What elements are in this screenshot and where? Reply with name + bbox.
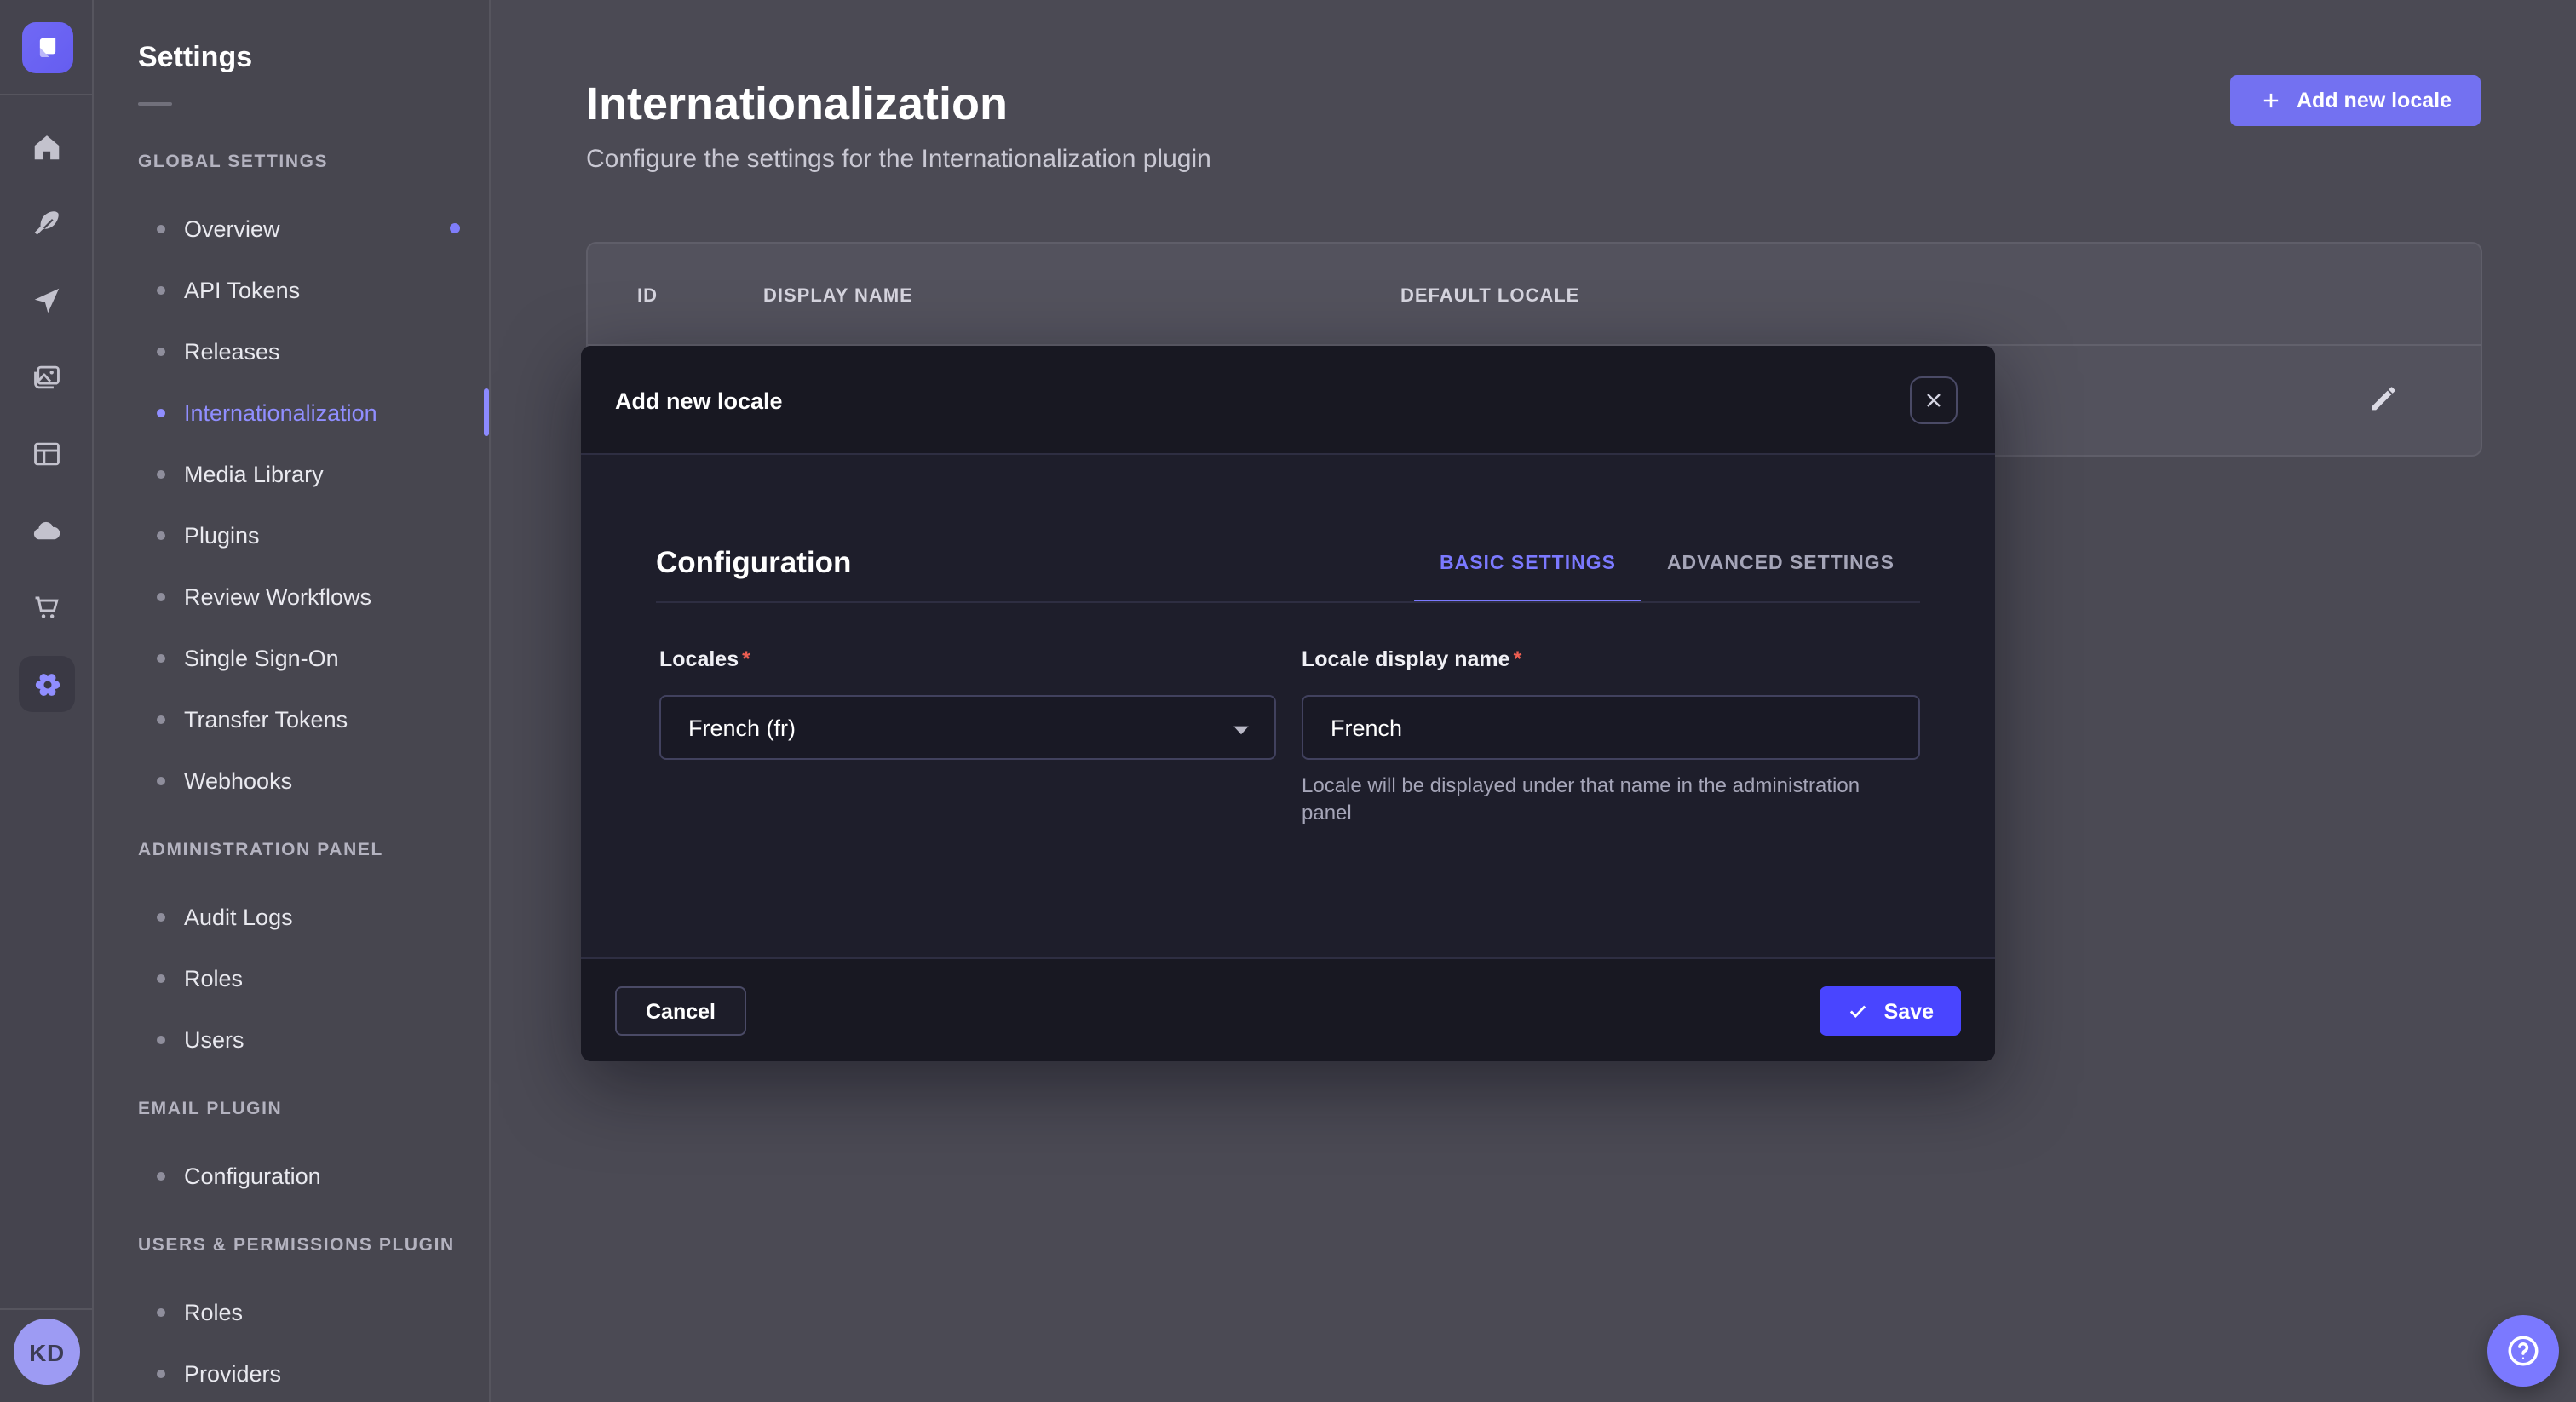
- modal-header: Add new locale: [581, 346, 1995, 455]
- display-name-label: Locale display name*: [1302, 647, 1920, 673]
- add-locale-modal: Add new locale Configuration BASIC SETTI…: [581, 346, 1995, 1061]
- bullet-icon: [157, 1307, 165, 1316]
- plus-icon: [2259, 89, 2283, 112]
- bullet-icon: [157, 1369, 165, 1377]
- edit-locale-button[interactable]: [2363, 380, 2404, 421]
- layout-icon[interactable]: [0, 416, 94, 492]
- bullet-icon: [157, 592, 165, 600]
- section-items-admin: Audit Logs Roles Users: [94, 886, 489, 1070]
- sidebar-item-releases[interactable]: Releases: [94, 320, 489, 382]
- sidebar-item-plugins[interactable]: Plugins: [94, 504, 489, 566]
- tabs-divider: [656, 600, 1920, 602]
- column-header-id: ID: [637, 286, 658, 307]
- section-items-email: Configuration: [94, 1145, 489, 1206]
- help-button[interactable]: [2487, 1315, 2559, 1387]
- bullet-icon: [157, 285, 165, 294]
- sidebar-item-single-sign-on[interactable]: Single Sign-On: [94, 627, 489, 688]
- strapi-logo-icon: [29, 29, 66, 66]
- sidebar-item-overview[interactable]: Overview: [94, 198, 489, 259]
- avatar[interactable]: KD: [14, 1319, 80, 1385]
- cart-icon[interactable]: [0, 569, 94, 646]
- section-items-global: Overview API Tokens Releases Internation…: [94, 198, 489, 811]
- bullet-icon: [157, 715, 165, 723]
- configuration-title: Configuration: [656, 540, 851, 586]
- section-header-email-plugin: EMAIL PLUGIN: [138, 1097, 489, 1121]
- add-new-locale-button[interactable]: Add new locale: [2230, 75, 2481, 126]
- sidebar-item-internationalization[interactable]: Internationalization: [94, 382, 489, 443]
- bullet-icon: [157, 224, 165, 233]
- sidebar-item-up-roles[interactable]: Roles: [94, 1281, 489, 1342]
- sidebar-item-audit-logs[interactable]: Audit Logs: [94, 886, 489, 947]
- rail-bottom-divider: [0, 1308, 92, 1310]
- cancel-button[interactable]: Cancel: [615, 986, 746, 1036]
- display-name-hint: Locale will be displayed under that name…: [1302, 772, 1901, 826]
- section-header-administration-panel: ADMINISTRATION PANEL: [138, 838, 489, 862]
- sidebar-item-webhooks[interactable]: Webhooks: [94, 750, 489, 811]
- bullet-icon: [157, 1171, 165, 1180]
- active-indicator: [484, 388, 489, 436]
- modal-footer: Cancel Save: [581, 957, 1995, 1061]
- tab-advanced-settings[interactable]: ADVANCED SETTINGS: [1642, 526, 1920, 601]
- sidebar-item-email-configuration[interactable]: Configuration: [94, 1145, 489, 1206]
- sidebar-item-review-workflows[interactable]: Review Workflows: [94, 566, 489, 627]
- bullet-icon: [157, 408, 165, 417]
- strapi-settings-app: KD Settings GLOBAL SETTINGS Overview API…: [0, 0, 2576, 1402]
- sidebar-item-admin-users[interactable]: Users: [94, 1008, 489, 1070]
- section-header-global-settings: GLOBAL SETTINGS: [138, 150, 489, 174]
- sidebar-item-transfer-tokens[interactable]: Transfer Tokens: [94, 688, 489, 750]
- chevron-down-icon: [1232, 724, 1251, 736]
- sidebar-title: Settings: [138, 41, 489, 75]
- sidebar-item-media-library[interactable]: Media Library: [94, 443, 489, 504]
- column-header-display-name: DISPLAY NAME: [763, 286, 913, 307]
- notification-dot: [450, 223, 460, 233]
- display-name-field: Locale display name* Locale will be disp…: [1302, 647, 1920, 826]
- sidebar-item-up-providers[interactable]: Providers: [94, 1342, 489, 1402]
- home-icon[interactable]: [0, 109, 94, 186]
- strapi-logo[interactable]: [22, 22, 73, 73]
- bullet-icon: [157, 776, 165, 784]
- rail-divider: [0, 94, 92, 95]
- locales-field: Locales* French (fr): [659, 647, 1276, 760]
- bullet-icon: [157, 974, 165, 982]
- bullet-icon: [157, 531, 165, 539]
- feather-icon[interactable]: [0, 186, 94, 262]
- modal-title: Add new locale: [615, 346, 783, 455]
- question-mark-icon: [2504, 1332, 2542, 1370]
- bullet-icon: [157, 912, 165, 921]
- bullet-icon: [157, 1035, 165, 1043]
- page-title: Internationalization: [586, 77, 1008, 131]
- pencil-icon: [2366, 381, 2401, 415]
- settings-tabs: BASIC SETTINGS ADVANCED SETTINGS: [1414, 526, 1920, 601]
- tab-basic-settings[interactable]: BASIC SETTINGS: [1414, 526, 1642, 601]
- nav-rail: KD: [0, 0, 94, 1402]
- sidebar-item-api-tokens[interactable]: API Tokens: [94, 259, 489, 320]
- section-items-up: Roles Providers: [94, 1281, 489, 1402]
- sidebar-item-admin-roles[interactable]: Roles: [94, 947, 489, 1008]
- bullet-icon: [157, 347, 165, 355]
- close-button[interactable]: [1910, 376, 1958, 424]
- media-library-icon[interactable]: [0, 339, 94, 416]
- locales-select[interactable]: French (fr): [659, 695, 1276, 760]
- locales-label: Locales*: [659, 647, 1276, 673]
- required-marker: *: [742, 647, 750, 671]
- paper-plane-icon[interactable]: [0, 262, 94, 339]
- section-header-users-permissions-plugin: USERS & PERMISSIONS PLUGIN: [138, 1233, 489, 1257]
- modal-body: Configuration BASIC SETTINGS ADVANCED SE…: [581, 455, 1995, 957]
- bullet-icon: [157, 469, 165, 478]
- title-underline: [138, 102, 172, 106]
- settings-sidebar: Settings GLOBAL SETTINGS Overview API To…: [94, 0, 491, 1402]
- check-icon: [1847, 1000, 1869, 1022]
- gear-icon: [19, 656, 75, 712]
- settings-rail-item[interactable]: [0, 646, 94, 722]
- required-marker: *: [1514, 647, 1522, 671]
- column-header-default-locale: DEFAULT LOCALE: [1400, 286, 1579, 307]
- save-button[interactable]: Save: [1820, 986, 1961, 1036]
- bullet-icon: [157, 653, 165, 662]
- display-name-input[interactable]: [1302, 695, 1920, 760]
- rail-icon-nav: [0, 109, 94, 722]
- cloud-icon[interactable]: [0, 492, 94, 569]
- close-icon: [1923, 390, 1944, 411]
- page-subtitle: Configure the settings for the Internati…: [586, 145, 1211, 174]
